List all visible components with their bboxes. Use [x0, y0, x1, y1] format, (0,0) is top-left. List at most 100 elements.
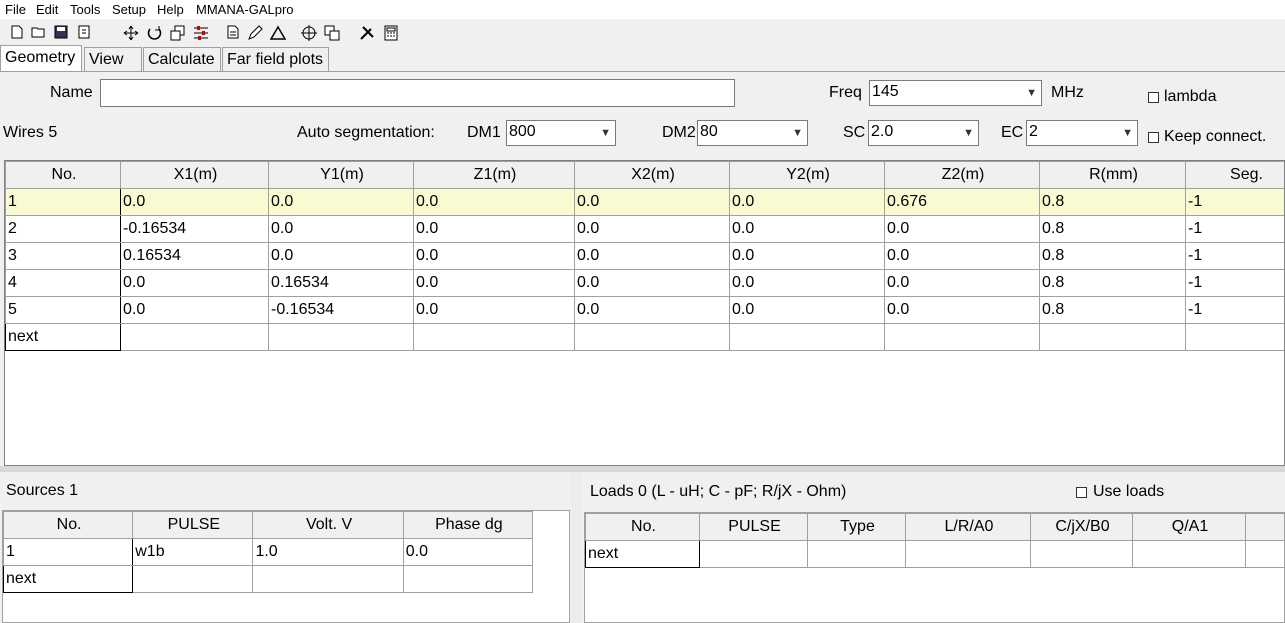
col-header-x2[interactable]: X2(m): [574, 161, 730, 189]
table-cell[interactable]: [1030, 540, 1133, 568]
table-cell[interactable]: 0.8: [1039, 296, 1186, 324]
save-icon[interactable]: [52, 23, 70, 43]
tab-far-field-plots[interactable]: Far field plots: [222, 47, 329, 71]
table-cell[interactable]: 0.0: [729, 296, 885, 324]
table-cell[interactable]: [574, 323, 730, 351]
col-header-c-jx-b0[interactable]: C/jX/B0: [1030, 513, 1133, 541]
row-header-cell[interactable]: 5: [5, 296, 121, 324]
table-cell[interactable]: [1185, 323, 1284, 351]
tab-view[interactable]: View: [84, 47, 142, 71]
table-cell[interactable]: [132, 565, 254, 593]
table-row[interactable]: 3 0.16534 0.0 0.0 0.0 0.0 0.0 0.8 -1: [5, 242, 1284, 270]
ec-select[interactable]: 2 ▼: [1026, 120, 1138, 146]
table-cell[interactable]: 0.0: [729, 215, 885, 243]
col-header-z2[interactable]: Z2(m): [884, 161, 1040, 189]
calculator-icon[interactable]: [382, 23, 400, 43]
document-icon[interactable]: [224, 23, 242, 43]
row-header-cell[interactable]: 1: [5, 188, 121, 216]
rotate-icon[interactable]: [146, 23, 164, 43]
horizontal-splitter[interactable]: [0, 466, 1285, 472]
table-cell[interactable]: -0.16534: [268, 296, 414, 324]
table-cell[interactable]: -1: [1185, 188, 1284, 216]
col-header-z1[interactable]: Z1(m): [413, 161, 575, 189]
table-cell[interactable]: 0.16534: [268, 269, 414, 297]
col-header-type[interactable]: Type: [807, 513, 906, 541]
table-cell[interactable]: 0.16534: [120, 242, 269, 270]
table-cell[interactable]: 0.8: [1039, 242, 1186, 270]
table-cell[interactable]: 0.0: [884, 215, 1040, 243]
col-header-pulse[interactable]: PULSE: [132, 511, 254, 539]
table-cell[interactable]: 0.0: [729, 188, 885, 216]
table-cell[interactable]: 1.0: [252, 538, 404, 566]
table-cell[interactable]: [268, 323, 414, 351]
table-cell[interactable]: 0.0: [574, 215, 730, 243]
table-cell[interactable]: -0.16534: [120, 215, 269, 243]
table-cell[interactable]: 0.8: [1039, 188, 1186, 216]
table-cell[interactable]: [807, 540, 906, 568]
table-cell[interactable]: 0.0: [268, 215, 414, 243]
table-cell[interactable]: 0.0: [413, 242, 575, 270]
target-icon[interactable]: [300, 23, 318, 43]
table-cell[interactable]: 0.0: [574, 296, 730, 324]
col-header-no[interactable]: No.: [5, 161, 121, 189]
table-cell[interactable]: 0.0: [268, 242, 414, 270]
table-cell[interactable]: 0.0: [413, 296, 575, 324]
vertical-splitter[interactable]: [571, 472, 581, 623]
row-header-cell[interactable]: 4: [5, 269, 121, 297]
table-cell[interactable]: w1b: [132, 538, 254, 566]
table-cell[interactable]: -1: [1185, 242, 1284, 270]
move-icon[interactable]: [122, 23, 140, 43]
tab-calculate[interactable]: Calculate: [143, 47, 221, 71]
edit-icon[interactable]: [246, 23, 264, 43]
tab-geometry[interactable]: Geometry: [0, 45, 82, 71]
col-header-q-a1[interactable]: Q/A1: [1132, 513, 1246, 541]
col-header-no[interactable]: No.: [585, 513, 700, 541]
table-cell[interactable]: [120, 323, 269, 351]
col-header-no[interactable]: No.: [3, 511, 134, 539]
row-header-cell[interactable]: 2: [5, 215, 121, 243]
table-row[interactable]: 1 w1b 1.0 0.0: [3, 538, 534, 566]
table-cell[interactable]: [905, 540, 1031, 568]
table-cell[interactable]: 0.0: [884, 296, 1040, 324]
table-cell[interactable]: 0.0: [413, 269, 575, 297]
table-cell[interactable]: 0.0: [574, 188, 730, 216]
col-header-l-r-a0[interactable]: L/R/A0: [905, 513, 1031, 541]
lambda-checkbox[interactable]: [1148, 92, 1159, 103]
col-header-y1[interactable]: Y1(m): [268, 161, 414, 189]
menu-edit[interactable]: Edit: [36, 2, 58, 17]
menu-tools[interactable]: Tools: [70, 2, 100, 17]
col-header-extra[interactable]: [1245, 513, 1284, 541]
menu-help[interactable]: Help: [157, 2, 184, 17]
table-cell[interactable]: 0.0: [574, 269, 730, 297]
next-row[interactable]: next: [585, 540, 1284, 568]
next-row[interactable]: next: [3, 565, 534, 593]
row-header-cell[interactable]: 3: [5, 242, 121, 270]
menu-mmana-galpro[interactable]: MMANA-GALpro: [196, 2, 294, 17]
table-cell[interactable]: 0.0: [268, 188, 414, 216]
table-cell[interactable]: [402, 565, 534, 593]
row-header-cell[interactable]: next: [585, 540, 700, 568]
table-cell[interactable]: 0.676: [884, 188, 1040, 216]
table-row[interactable]: 4 0.0 0.16534 0.0 0.0 0.0 0.0 0.8 -1: [5, 269, 1284, 297]
col-header-seg[interactable]: Seg.: [1185, 161, 1284, 189]
new-file-icon[interactable]: [8, 23, 26, 43]
table-cell[interactable]: 0.8: [1039, 269, 1186, 297]
table-cell[interactable]: [1132, 540, 1246, 568]
col-header-pulse[interactable]: PULSE: [699, 513, 808, 541]
table-row[interactable]: 5 0.0 -0.16534 0.0 0.0 0.0 0.0 0.8 -1: [5, 296, 1284, 324]
col-header-y2[interactable]: Y2(m): [729, 161, 885, 189]
table-cell[interactable]: [252, 565, 404, 593]
table-row[interactable]: 1 0.0 0.0 0.0 0.0 0.0 0.676 0.8 -1: [5, 188, 1284, 216]
next-row[interactable]: next: [5, 323, 1284, 351]
dm1-select[interactable]: 800 ▼: [506, 120, 616, 146]
menu-setup[interactable]: Setup: [112, 2, 146, 17]
col-header-phase[interactable]: Phase dg: [402, 511, 534, 539]
table-cell[interactable]: [729, 323, 885, 351]
col-header-volt[interactable]: Volt. V: [252, 511, 404, 539]
triangle-icon[interactable]: [269, 23, 287, 43]
table-cell[interactable]: 0.0: [884, 242, 1040, 270]
table-cell[interactable]: -1: [1185, 215, 1284, 243]
use-loads-checkbox[interactable]: [1076, 487, 1087, 498]
table-cell[interactable]: 0.0: [884, 269, 1040, 297]
col-header-r[interactable]: R(mm): [1039, 161, 1186, 189]
